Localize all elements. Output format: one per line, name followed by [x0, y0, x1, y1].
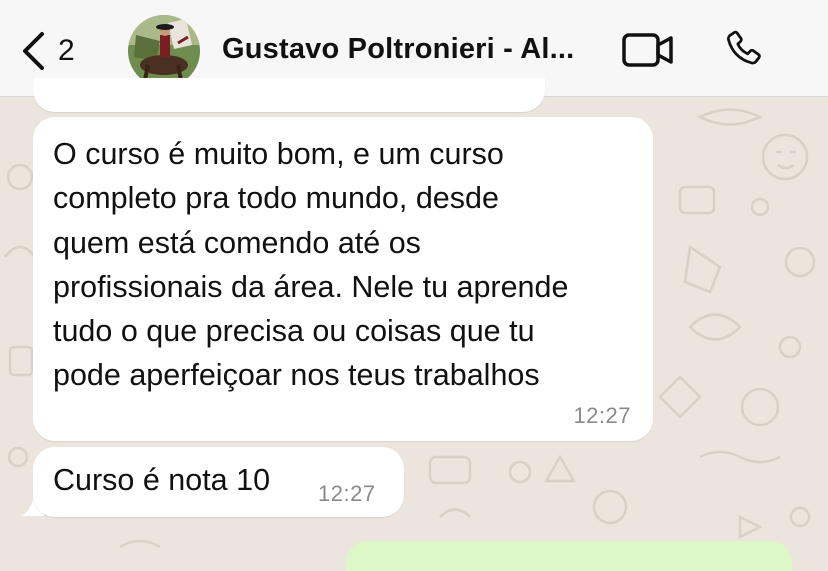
- message-line: quem está comendo até os: [53, 225, 421, 260]
- message-timestamp: 12:27: [318, 481, 376, 506]
- phone-icon: [727, 30, 761, 65]
- video-call-button[interactable]: [622, 33, 674, 72]
- voice-call-button[interactable]: [722, 28, 766, 77]
- message-text: O curso é muito bom, e um curso completo…: [53, 132, 653, 398]
- message-timestamp: 12:27: [573, 403, 631, 428]
- incoming-message-bubble[interactable]: Curso é nota 10 12:27: [33, 447, 404, 517]
- message-line: pode aperfeiçoar nos teus trabalhos: [53, 358, 540, 393]
- message-line: O curso é muito bom, e um curso: [53, 137, 504, 171]
- message-line: profissionais da área. Nele tu aprende: [53, 269, 569, 304]
- video-camera-icon: [622, 33, 673, 67]
- back-button[interactable]: 2: [20, 28, 75, 74]
- contact-avatar[interactable]: [128, 15, 200, 87]
- unread-count: 2: [58, 34, 75, 67]
- previous-message-bubble: [33, 78, 545, 112]
- message-text: Curso é nota 10: [53, 463, 271, 497]
- contact-name[interactable]: Gustavo Poltronieri - Al...: [222, 33, 574, 66]
- outgoing-message-bubble[interactable]: [346, 541, 792, 571]
- chevron-left-icon: [23, 32, 44, 70]
- message-line: tudo o que precisa ou coisas que tu: [53, 314, 535, 349]
- message-line: completo pra todo mundo, desde: [53, 181, 499, 216]
- incoming-message-bubble[interactable]: O curso é muito bom, e um curso completo…: [33, 117, 653, 441]
